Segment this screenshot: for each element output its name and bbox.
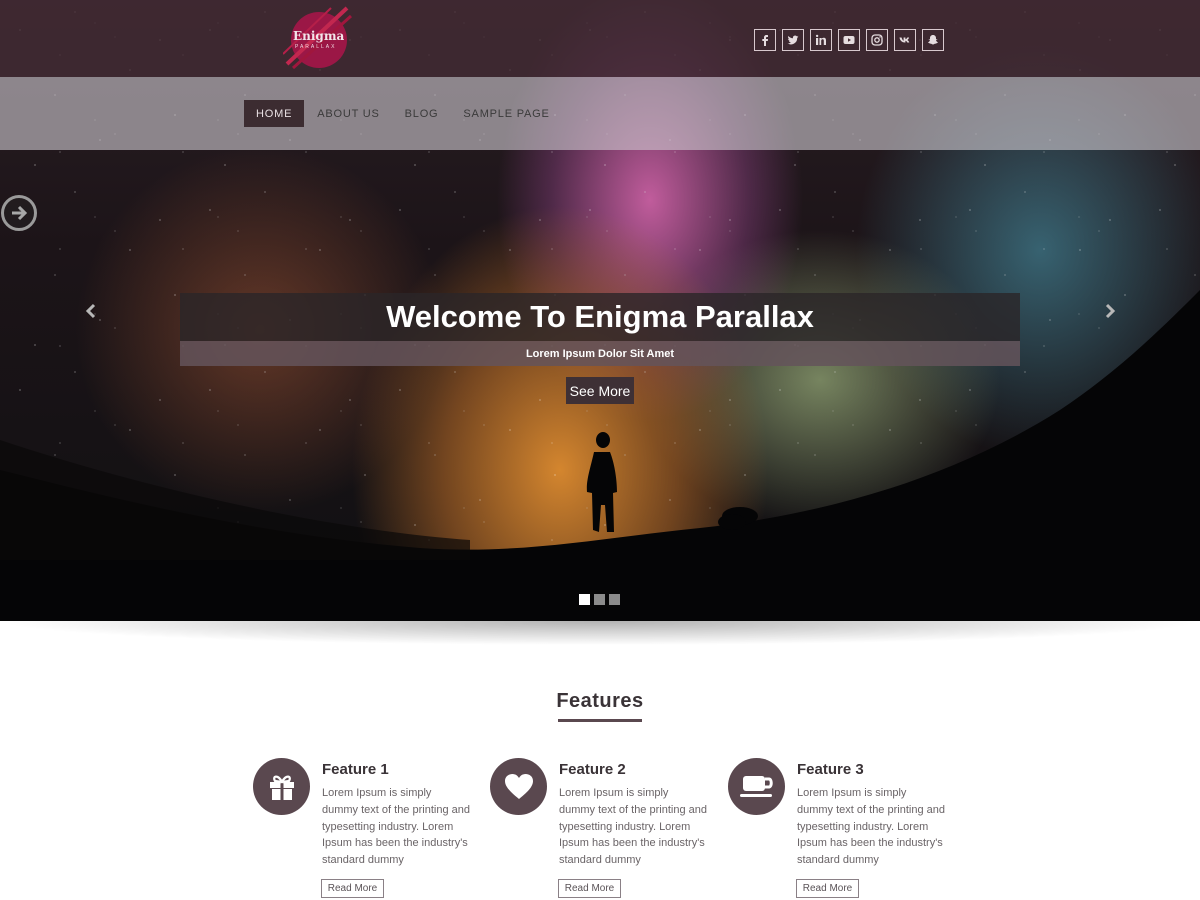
coffee-cup-icon (728, 758, 785, 815)
feature-title: Feature 1 (322, 761, 389, 778)
vk-icon[interactable] (894, 29, 916, 51)
instagram-icon[interactable] (866, 29, 888, 51)
read-more-button[interactable]: Read More (321, 879, 384, 898)
features-heading: Features (556, 690, 644, 712)
read-more-button[interactable]: Read More (558, 879, 621, 898)
see-more-button[interactable]: See More (566, 377, 634, 404)
slider-next-icon[interactable] (1102, 302, 1118, 320)
feature-card-2: Feature 2 Lorem Ipsum is simply dummy te… (490, 758, 710, 900)
feature-card-1: Feature 1 Lorem Ipsum is simply dummy te… (253, 758, 473, 900)
scroll-arrow-icon[interactable] (1, 195, 37, 231)
slider-dot-1[interactable] (579, 594, 590, 605)
read-more-button[interactable]: Read More (796, 879, 859, 898)
nav-item-blog[interactable]: BLOG (393, 100, 451, 127)
slider-pagination (579, 594, 620, 605)
hero-subtitle: Lorem Ipsum Dolor Sit Amet (525, 347, 675, 360)
hero-title: Welcome To Enigma Parallax (386, 299, 814, 334)
hero-title-banner: Welcome To Enigma Parallax (180, 293, 1020, 341)
slider-dot-3[interactable] (609, 594, 620, 605)
snapchat-icon[interactable] (922, 29, 944, 51)
hero-subtitle-banner: Lorem Ipsum Dolor Sit Amet (180, 341, 1020, 366)
nav-menu: HOME ABOUT US BLOG SAMPLE PAGE (244, 100, 563, 127)
features-heading-underline (558, 719, 642, 722)
person-silhouette (586, 432, 617, 532)
twitter-icon[interactable] (782, 29, 804, 51)
gift-icon (253, 758, 310, 815)
feature-description: Lorem Ipsum is simply dummy text of the … (322, 787, 470, 867)
site-header: Enigma PARALLAX (0, 0, 1200, 77)
feature-card-3: Feature 3 Lorem Ipsum is simply dummy te… (728, 758, 948, 900)
slider-dot-2[interactable] (594, 594, 605, 605)
feature-description: Lorem Ipsum is simply dummy text of the … (559, 787, 707, 867)
main-navigation: HOME ABOUT US BLOG SAMPLE PAGE (0, 77, 1200, 150)
social-links (754, 29, 944, 51)
linkedin-icon[interactable] (810, 29, 832, 51)
nav-item-sample-page[interactable]: SAMPLE PAGE (451, 100, 561, 127)
feature-title: Feature 2 (559, 761, 626, 778)
feature-title: Feature 3 (797, 761, 864, 778)
hero-bottom-shadow (0, 621, 1200, 661)
logo-subtitle: PARALLAX (295, 44, 337, 50)
logo-title[interactable]: Enigma (293, 30, 344, 42)
heart-icon (490, 758, 547, 815)
youtube-icon[interactable] (838, 29, 860, 51)
nav-item-about-us[interactable]: ABOUT US (305, 100, 391, 127)
facebook-icon[interactable] (754, 29, 776, 51)
slider-prev-icon[interactable] (83, 302, 99, 320)
nav-item-home[interactable]: HOME (244, 100, 305, 127)
feature-description: Lorem Ipsum is simply dummy text of the … (797, 787, 945, 867)
